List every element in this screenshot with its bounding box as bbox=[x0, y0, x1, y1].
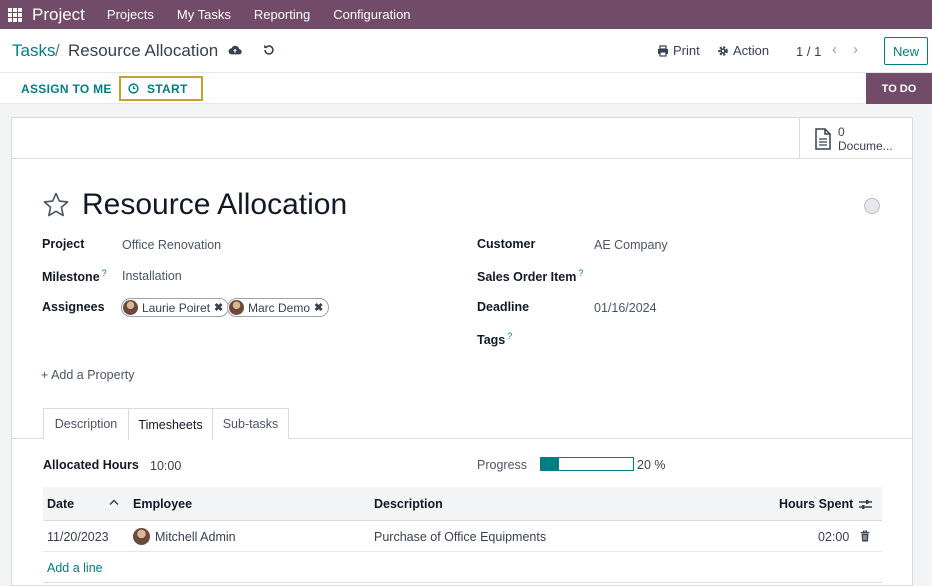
tab-description[interactable]: Description bbox=[43, 408, 129, 439]
breadcrumb-separator: / bbox=[55, 41, 60, 60]
assignee-name: Marc Demo bbox=[248, 300, 311, 315]
allocated-hours-field[interactable]: 10:00 bbox=[150, 459, 181, 473]
assign-to-me-button[interactable]: ASSIGN TO ME bbox=[21, 82, 112, 96]
documents-smart-button[interactable]: 0 Docume... bbox=[799, 118, 912, 159]
menu-projects[interactable]: Projects bbox=[107, 7, 154, 22]
progress-label: Progress bbox=[477, 458, 528, 472]
apps-grid-icon[interactable] bbox=[8, 7, 22, 22]
avatar bbox=[229, 300, 244, 315]
menu-configuration[interactable]: Configuration bbox=[333, 7, 410, 22]
tags-label-text: Tags bbox=[477, 333, 506, 348]
row-description: Purchase of Office Equipments bbox=[374, 530, 547, 544]
table-header: Date Employee Description Hours Spent bbox=[43, 487, 882, 521]
stage-todo[interactable]: TO DO bbox=[866, 73, 932, 104]
cloud-upload-icon[interactable] bbox=[228, 43, 242, 57]
notebook-tabs: Description Timesheets Sub-tasks bbox=[12, 408, 912, 440]
form-sheet: 0 Docume... Resource Allocation Project … bbox=[11, 117, 913, 586]
documents-count: 0 bbox=[838, 124, 845, 139]
discard-icon[interactable] bbox=[262, 43, 276, 57]
column-hours-spent[interactable]: Hours Spent bbox=[779, 497, 853, 511]
assignee-name: Laurie Poiret bbox=[142, 300, 211, 315]
sales-order-item-label: Sales Order Item? bbox=[477, 268, 583, 284]
menu-my-tasks[interactable]: My Tasks bbox=[177, 7, 231, 22]
assignee-tag[interactable]: Laurie Poiret ✖ bbox=[121, 298, 230, 317]
avatar bbox=[123, 300, 138, 315]
help-icon[interactable]: ? bbox=[102, 268, 107, 278]
add-line-button[interactable]: Add a line bbox=[47, 561, 103, 575]
star-icon[interactable] bbox=[42, 191, 70, 219]
control-panel: Tasks / Resource Allocation Print Action… bbox=[0, 29, 932, 73]
milestone-field[interactable]: Installation bbox=[122, 269, 182, 283]
menu-reporting[interactable]: Reporting bbox=[254, 7, 310, 22]
add-property-button[interactable]: + Add a Property bbox=[41, 368, 134, 382]
timesheet-table: Date Employee Description Hours Spent 11… bbox=[43, 487, 882, 583]
tags-label: Tags? bbox=[477, 331, 512, 347]
milestone-label-text: Milestone bbox=[42, 270, 100, 285]
deadline-field[interactable]: 01/16/2024 bbox=[594, 301, 657, 315]
trash-icon[interactable] bbox=[860, 530, 870, 542]
start-label: START bbox=[147, 81, 188, 96]
start-timer-button[interactable]: START bbox=[119, 76, 203, 101]
documents-label: Docume... bbox=[838, 138, 893, 153]
tab-sub-tasks[interactable]: Sub-tasks bbox=[212, 408, 289, 439]
column-employee[interactable]: Employee bbox=[133, 497, 192, 511]
breadcrumb-tasks[interactable]: Tasks bbox=[12, 41, 55, 61]
printer-icon bbox=[658, 44, 668, 57]
progress-bar bbox=[540, 457, 634, 471]
column-description[interactable]: Description bbox=[374, 497, 443, 511]
new-button[interactable]: New bbox=[884, 37, 928, 65]
smart-button-box: 0 Docume... bbox=[12, 118, 912, 159]
remove-tag-icon[interactable]: ✖ bbox=[214, 301, 223, 314]
status-bar: ASSIGN TO ME START TO DO bbox=[0, 73, 932, 104]
assignee-tag[interactable]: Marc Demo ✖ bbox=[227, 298, 330, 317]
app-brand[interactable]: Project bbox=[32, 5, 85, 25]
help-icon[interactable]: ? bbox=[578, 268, 583, 278]
print-label: Print bbox=[673, 43, 700, 58]
help-icon[interactable]: ? bbox=[507, 331, 512, 341]
table-row[interactable]: 11/20/2023 Mitchell Admin Purchase of Of… bbox=[43, 521, 882, 552]
document-icon bbox=[815, 127, 831, 150]
allocated-hours-label: Allocated Hours bbox=[43, 458, 139, 472]
assignees-label: Assignees bbox=[42, 300, 105, 314]
project-label: Project bbox=[42, 237, 85, 251]
milestone-label: Milestone? bbox=[42, 268, 107, 284]
action-button[interactable]: Action bbox=[717, 43, 769, 58]
customer-label: Customer bbox=[477, 237, 536, 251]
print-button[interactable]: Print bbox=[657, 43, 700, 58]
clock-icon bbox=[128, 83, 139, 94]
deadline-label: Deadline bbox=[477, 300, 530, 314]
sort-ascending-icon[interactable] bbox=[109, 498, 119, 506]
kanban-state-indicator[interactable] bbox=[864, 198, 880, 214]
gear-icon bbox=[718, 45, 728, 56]
column-date[interactable]: Date bbox=[47, 497, 74, 511]
progress-percent: 20 % bbox=[637, 458, 666, 472]
chevron-right-icon[interactable]: › bbox=[853, 41, 858, 58]
top-navbar: Project Projects My Tasks Reporting Conf… bbox=[0, 0, 932, 29]
row-hours: 02:00 bbox=[818, 530, 850, 544]
project-field[interactable]: Office Renovation bbox=[122, 238, 221, 252]
pager-value[interactable]: 1 / 1 bbox=[796, 44, 821, 59]
action-label: Action bbox=[733, 43, 770, 58]
chevron-left-icon[interactable]: ‹ bbox=[832, 41, 837, 58]
tab-timesheets[interactable]: Timesheets bbox=[128, 408, 213, 440]
add-line-row: Add a line bbox=[43, 552, 882, 583]
task-title[interactable]: Resource Allocation bbox=[82, 188, 347, 222]
sales-order-item-label-text: Sales Order Item bbox=[477, 270, 577, 285]
breadcrumb-current: Resource Allocation bbox=[68, 41, 219, 60]
row-date: 11/20/2023 bbox=[47, 530, 109, 544]
optional-columns-icon[interactable] bbox=[859, 499, 872, 510]
customer-field[interactable]: AE Company bbox=[594, 238, 668, 252]
avatar bbox=[133, 528, 150, 545]
remove-tag-icon[interactable]: ✖ bbox=[314, 301, 323, 314]
row-employee: Mitchell Admin bbox=[155, 530, 236, 544]
progress-fill bbox=[541, 458, 560, 470]
